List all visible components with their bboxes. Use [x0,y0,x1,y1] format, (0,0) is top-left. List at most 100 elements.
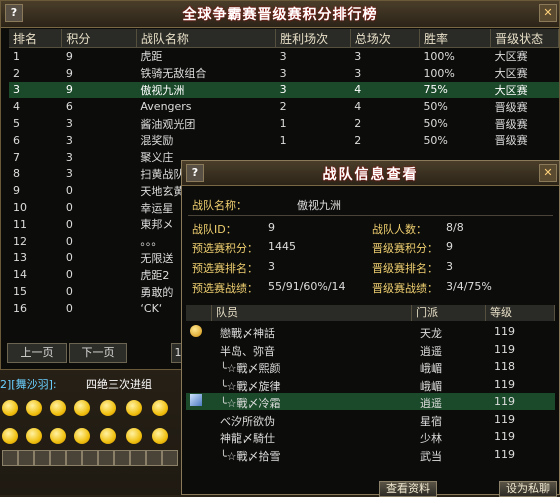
table-row[interactable]: 5 3 酱油观光团 1 2 50% 晋级赛 [9,115,559,132]
table-cell: 2 [354,117,362,131]
rank-header-1[interactable]: 积分 [61,29,137,48]
emoticon-icon[interactable] [2,428,18,444]
rank-header-3[interactable]: 胜利场次 [275,29,351,48]
pre-score-value: 1445 [268,240,296,253]
promo-record-value: 3/4/75% [446,280,492,293]
team-id-value: 9 [268,221,275,234]
emoticon-icon[interactable] [100,428,116,444]
emoticon-icon[interactable] [50,428,66,444]
table-cell: 50% [423,117,448,131]
chat-user[interactable]: 2][舞沙羽]: [0,376,57,392]
table-cell: 4 [350,81,420,99]
table-cell: 4 [13,100,20,114]
emoticon-icon[interactable] [50,400,66,416]
table-cell: 5 [13,117,20,131]
team-close-icon[interactable]: ✕ [539,164,557,182]
toolbar-button-icon[interactable] [18,450,34,466]
member-sect: 峨嵋 [420,362,442,375]
table-cell: 虎距 [140,50,163,64]
toolbar-button-icon[interactable] [146,450,162,466]
next-page-button[interactable]: 下一页 [69,343,127,363]
member-row[interactable]: ╰☆戰〆拾雪 武当 119 [186,446,555,463]
member-row[interactable]: 戀戰〆神話 天龙 119 [186,323,555,340]
rank-header-2[interactable]: 战队名称 [136,29,277,48]
emoticon-icon[interactable] [2,400,18,416]
member-sect: 逍遥 [420,397,442,410]
emoticon-icon[interactable] [152,428,168,444]
toolbar-button-icon[interactable] [162,450,178,466]
table-cell: 0 [65,301,73,315]
table-cell: 混奖励 [140,134,174,148]
member-header-sect: 门派 [412,305,486,321]
member-row[interactable]: 神龍〆騎仕 少林 119 [186,428,555,445]
member-level: 119 [494,395,515,408]
chat-toolbar [0,450,180,468]
pre-rank-label: 预选赛排名： [192,262,258,275]
member-level: 118 [494,360,515,373]
pre-score-label: 预选赛积分： [192,242,258,255]
table-cell: 2 [13,66,20,80]
rank-header-0[interactable]: 排名 [9,29,63,48]
toolbar-button-icon[interactable] [34,450,50,466]
table-cell: 10 [13,201,27,215]
rank-header-4[interactable]: 总场次 [350,29,420,48]
member-header-level: 等级 [486,305,555,321]
rank-header-5[interactable]: 胜率 [419,29,492,48]
table-cell: 3 [354,66,362,80]
table-cell: 2 [354,133,362,147]
team-title: 战队信息查看 [322,167,419,183]
promo-rank-label: 晋级赛排名： [372,262,438,275]
member-row[interactable]: べ汐所欲伪 星宿 119 [186,411,555,428]
table-row[interactable]: 3 9 傲视九洲 3 4 75% 大区赛 [9,81,559,99]
team-size-value: 8/8 [446,221,464,234]
member-name: 神龍〆騎仕 [220,432,275,445]
chat-message: 四绝三次进组 [86,378,152,391]
table-row[interactable]: 2 9 铁骑无敌组合 3 3 100% 大区赛 [9,65,559,82]
member-level: 119 [494,447,515,461]
toolbar-button-icon[interactable] [50,450,66,466]
table-cell: 9 [13,184,20,198]
pre-record-label: 预选赛战绩： [192,282,258,295]
rank-header-6[interactable]: 晋级状态 [490,29,559,48]
table-cell: 3 [279,66,287,80]
toolbar-button-icon[interactable] [130,450,146,466]
toolbar-button-icon[interactable] [2,450,18,466]
member-row[interactable]: 半岛、弥音 逍遥 119 [186,341,555,358]
table-cell: 3 [65,167,73,181]
table-cell: 大区赛 [490,81,559,99]
table-cell: 12 [13,234,27,248]
toolbar-button-icon[interactable] [82,450,98,466]
emoticon-icon[interactable] [74,400,90,416]
emoticon-icon[interactable] [26,400,42,416]
prev-page-button[interactable]: 上一页 [7,343,67,363]
emoticon-icon[interactable] [74,428,90,444]
emoticon-icon[interactable] [100,400,116,416]
member-row[interactable]: ╰☆戰〆旋律 峨嵋 119 [186,376,555,393]
member-row[interactable]: ╰☆戰〆熙颜 峨嵋 118 [186,358,555,375]
table-cell: 7 [13,150,20,164]
divider [188,215,553,216]
table-cell: 50% [423,133,448,147]
table-cell: 9 [61,81,137,99]
ranking-title-bar[interactable]: ? 全球争霸赛晋级赛积分排行榜 ✕ [1,1,559,28]
emoticon-icon[interactable] [126,400,142,416]
member-name: ╰☆戰〆拾雪 [220,449,281,463]
table-cell: 6 [65,100,73,114]
emoticon-icon[interactable] [152,400,168,416]
table-row[interactable]: 6 3 混奖励 1 2 50% 晋级赛 [9,132,559,149]
emoticon-icon[interactable] [126,428,142,444]
table-cell: 晋级赛 [494,134,528,148]
toolbar-button-icon[interactable] [98,450,114,466]
team-name-value: 傲视九洲 [297,199,341,212]
team-id-label: 战队ID： [192,223,237,236]
team-title-bar[interactable]: ? 战队信息查看 ✕ [182,161,559,186]
table-row[interactable]: 4 6 Avengers 2 4 50% 晋级赛 [9,98,559,115]
chat-line: 2][舞沙羽]: 四绝三次进组 [0,374,200,392]
table-row[interactable]: 1 9 虎距 3 3 100% 大区赛 [9,48,559,65]
emoticon-icon[interactable] [26,428,42,444]
toolbar-button-icon[interactable] [66,450,82,466]
member-row[interactable]: ╰☆戰〆冷霜 逍遥 119 [186,393,555,410]
close-icon[interactable]: ✕ [539,4,557,22]
table-cell: Avengers [140,100,192,114]
toolbar-button-icon[interactable] [114,450,130,466]
